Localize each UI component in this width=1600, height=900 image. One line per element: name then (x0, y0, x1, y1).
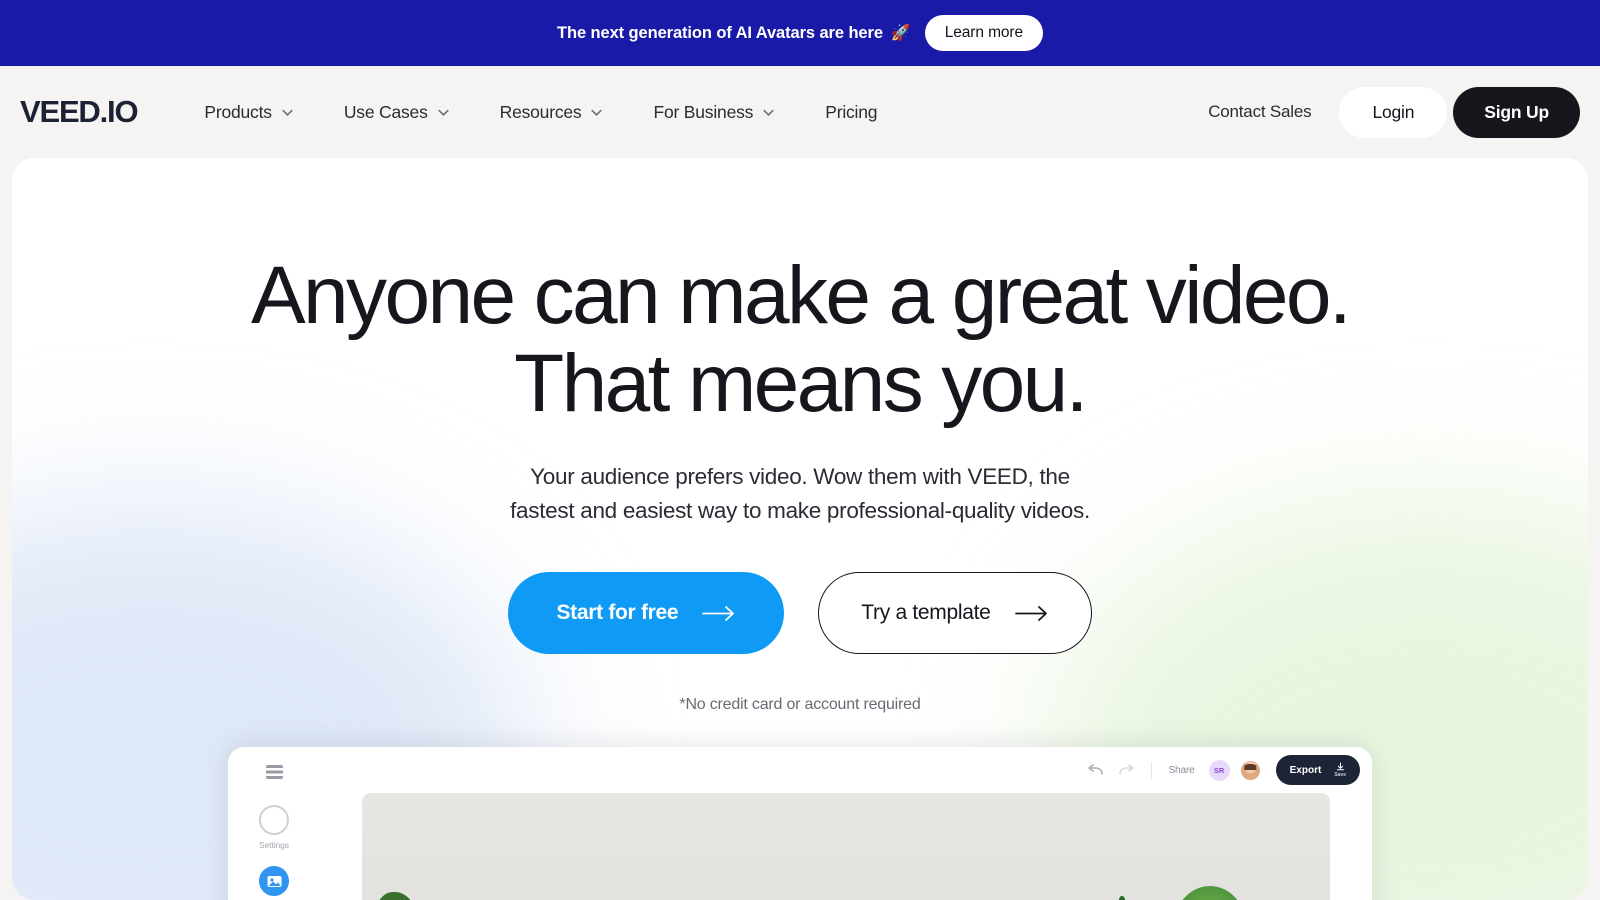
nav-label: For Business (653, 101, 754, 122)
nav-item-products[interactable]: Products (179, 102, 318, 123)
try-a-template-label: Try a template (861, 601, 991, 624)
announcement-text: The next generation of AI Avatars are he… (557, 23, 911, 43)
menu-icon[interactable] (265, 765, 283, 779)
nav-item-pricing[interactable]: Pricing (800, 102, 902, 123)
start-for-free-label: Start for free (556, 601, 679, 624)
nav-label: Resources (499, 101, 582, 122)
arrow-right-icon (1014, 605, 1047, 621)
chevron-down-icon (437, 109, 449, 116)
nav-actions: Contact Sales Login Sign Up (1186, 86, 1580, 138)
editor-sidebar: Settings Media (228, 747, 320, 900)
chevron-down-icon (763, 109, 774, 116)
contact-sales-link[interactable]: Contact Sales (1186, 102, 1333, 122)
nav-links: Products Use Cases Resources For Busines… (179, 102, 902, 123)
no-credit-card-disclaimer: *No credit card or account required (679, 696, 921, 713)
chevron-down-icon (591, 109, 603, 116)
plant-decoration (1102, 896, 1158, 900)
circle-settings-icon (259, 805, 289, 835)
sidebar-item-settings[interactable]: Settings (259, 805, 289, 850)
learn-more-button[interactable]: Learn more (924, 15, 1043, 51)
redo-icon[interactable] (1118, 764, 1135, 776)
media-image-icon (259, 866, 289, 896)
plant-decoration (370, 892, 426, 900)
start-for-free-button[interactable]: Start for free (508, 572, 785, 654)
page-title: Anyone can make a great video. That mean… (12, 158, 1588, 428)
announcement-message: The next generation of AI Avatars are he… (557, 23, 883, 42)
sidebar-item-label: Settings (259, 840, 289, 850)
nav-item-resources[interactable]: Resources (475, 102, 629, 123)
hero-section: Anyone can make a great video. That mean… (12, 158, 1588, 714)
export-label: Export (1289, 764, 1322, 776)
headline-line-1: Anyone can make a great video. (250, 250, 1352, 341)
try-a-template-button[interactable]: Try a template (818, 572, 1092, 654)
download-icon: Save (1334, 762, 1346, 778)
nav-label: Use Cases (343, 101, 428, 122)
sidebar-item-media[interactable]: Media (259, 866, 289, 900)
editor-preview: Settings Media Share SR Export (228, 747, 1372, 900)
download-label: Save (1334, 772, 1346, 778)
user-avatar[interactable] (1238, 758, 1262, 782)
sign-up-button[interactable]: Sign Up (1453, 86, 1580, 138)
arrow-right-icon (702, 605, 735, 621)
editor-main: Share SR Export Save (320, 747, 1372, 900)
video-scene (362, 793, 1330, 900)
cta-row: Start for free Try a template (12, 572, 1588, 654)
hero-subtitle: Your audience prefers video. Wow them wi… (12, 460, 1588, 528)
editor-toolbar: Share SR Export Save (320, 747, 1372, 793)
nav-label: Products (204, 101, 272, 122)
chevron-down-icon (282, 109, 293, 116)
subtitle-line-2: fastest and easiest way to make professi… (510, 498, 1090, 523)
login-button[interactable]: Login (1339, 86, 1448, 138)
undo-icon[interactable] (1087, 764, 1104, 776)
rocket-icon: 🚀 (890, 25, 911, 42)
editor-canvas-preview (362, 793, 1330, 900)
subtitle-line-1: Your audience prefers video. Wow them wi… (530, 464, 1070, 489)
toolbar-divider (1151, 761, 1153, 779)
main-navigation: VEED.IO Products Use Cases Resources For… (0, 66, 1600, 158)
export-button[interactable]: Export Save (1275, 755, 1360, 785)
share-button[interactable]: Share (1168, 765, 1194, 776)
nav-label: Pricing (825, 101, 878, 122)
nav-item-use-cases[interactable]: Use Cases (319, 102, 475, 123)
hero-card: Anyone can make a great video. That mean… (12, 158, 1588, 900)
veed-logo[interactable]: VEED.IO (20, 94, 139, 130)
announcement-banner: The next generation of AI Avatars are he… (0, 0, 1600, 66)
headline-line-2: That means you. (514, 338, 1088, 429)
nav-item-for-business[interactable]: For Business (628, 102, 800, 123)
plant-decoration (1174, 886, 1246, 900)
collaborator-avatar[interactable]: SR (1208, 759, 1230, 781)
